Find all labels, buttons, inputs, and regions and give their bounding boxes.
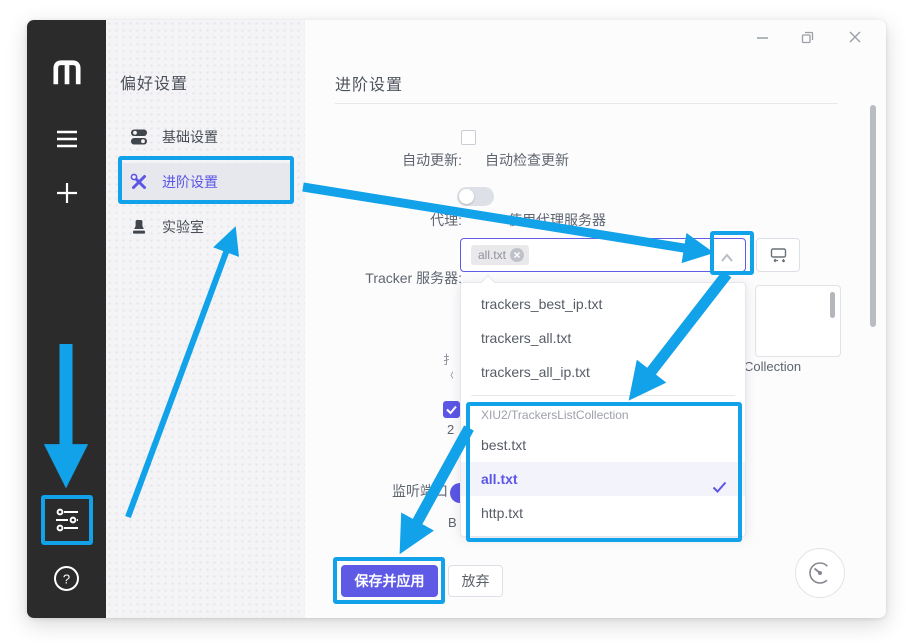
nav-item-label: 进阶设置: [162, 172, 218, 192]
app-sidebar: ?: [27, 20, 106, 618]
task-list-icon[interactable]: [27, 126, 106, 152]
proxy-label: 代理:: [347, 210, 462, 230]
tracker-tag: all.txt: [471, 245, 529, 265]
dropdown-item[interactable]: trackers_all_ip.txt: [461, 355, 745, 389]
add-task-icon[interactable]: [27, 180, 106, 206]
help-glyph: ?: [63, 571, 70, 586]
discard-button[interactable]: 放弃: [448, 565, 503, 597]
tracker-list-textarea[interactable]: [755, 285, 841, 357]
help-icon[interactable]: ?: [27, 564, 106, 592]
dropdown-item[interactable]: trackers_all.txt: [461, 321, 745, 355]
proxy-toggle-label[interactable]: 使用代理服务器: [508, 210, 606, 230]
proxy-toggle[interactable]: [457, 187, 494, 206]
lab-icon: [130, 218, 148, 236]
check-icon: [712, 472, 727, 506]
nav-item-label: 基础设置: [162, 127, 218, 147]
collapse-chevron-icon[interactable]: [720, 250, 734, 268]
dropdown-item[interactable]: trackers_best_ip.txt: [461, 287, 745, 321]
auto-update-checkbox-label[interactable]: 自动检查更新: [485, 150, 569, 170]
basic-settings-icon: [130, 128, 148, 146]
hidden-checkbox-fragment: [443, 401, 460, 418]
tracker-label: Tracker 服务器:: [347, 268, 462, 288]
preferences-nav: 偏好设置 基础设置: [106, 20, 305, 618]
tracker-dropdown: trackers_best_ip.txt trackers_all.txt tr…: [460, 282, 746, 537]
minimize-button[interactable]: [755, 30, 769, 44]
dropdown-item[interactable]: http.txt: [461, 496, 745, 530]
hidden-text-fragment: 〈: [444, 367, 453, 383]
nav-item-label: 实验室: [162, 217, 204, 237]
nav-item-basic[interactable]: 基础设置: [122, 118, 292, 156]
screen: ? 偏好设置 基础设置: [0, 0, 906, 643]
page-title: 进阶设置: [335, 71, 403, 95]
dropdown-divider: [471, 395, 735, 396]
dropdown-item-selected[interactable]: all.txt: [461, 462, 745, 496]
maximize-button[interactable]: [800, 30, 814, 44]
textarea-scrollbar[interactable]: [830, 292, 835, 318]
dropdown-group-label: XIU2/TrackersListCollection: [461, 402, 745, 428]
sync-trackers-button[interactable]: [756, 238, 800, 272]
preferences-icon[interactable]: [27, 506, 106, 534]
hidden-text-fragment: 扌: [443, 351, 454, 368]
speed-limit-button[interactable]: [795, 548, 845, 598]
dropdown-item[interactable]: best.txt: [461, 428, 745, 462]
motrix-logo-icon: [27, 56, 106, 90]
tag-close-icon[interactable]: [510, 248, 524, 262]
title-divider: [335, 103, 838, 104]
auto-update-checkbox[interactable]: [461, 130, 476, 145]
window-scrollbar[interactable]: [870, 105, 876, 327]
tracker-tag-label: all.txt: [478, 248, 506, 262]
collection-link-fragment[interactable]: Collection: [744, 359, 801, 374]
auto-update-label: 自动更新:: [347, 150, 462, 170]
listen-port-label: 监听端口: [333, 481, 448, 501]
dropdown-item-label: all.txt: [481, 471, 518, 487]
hidden-number-fragment: 2: [447, 422, 454, 437]
nav-item-advanced[interactable]: 进阶设置: [122, 163, 292, 201]
nav-title: 偏好设置: [120, 70, 188, 94]
tracker-select-input[interactable]: all.txt: [460, 238, 746, 272]
app-window: ? 偏好设置 基础设置: [27, 20, 886, 618]
advanced-settings-icon: [130, 173, 148, 191]
hidden-letter-fragment: B: [448, 515, 457, 530]
close-button[interactable]: [848, 30, 862, 44]
save-apply-button[interactable]: 保存并应用: [341, 565, 438, 597]
nav-item-lab[interactable]: 实验室: [122, 208, 292, 246]
